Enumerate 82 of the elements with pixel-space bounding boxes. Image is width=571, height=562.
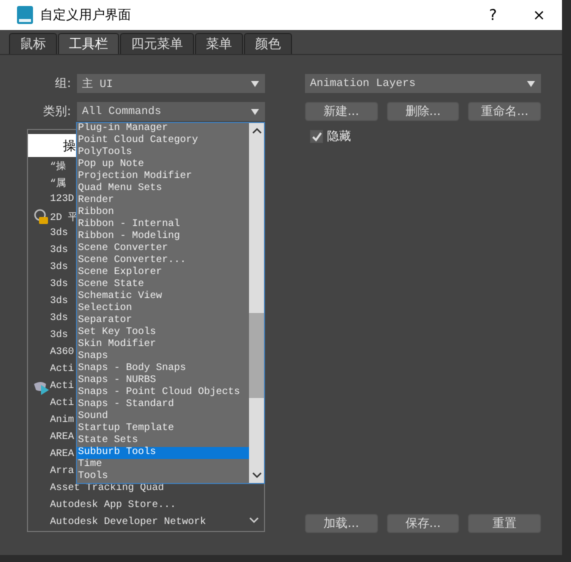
tab[interactable]: 四元菜单 [120,33,194,54]
action-item[interactable]: 3ds [50,262,68,273]
dropdown-option[interactable]: Quad Menu Sets [77,183,249,195]
app-icon [16,5,34,25]
action-item[interactable]: AREA [50,449,74,460]
dropdown-option[interactable]: Scene Converter... [77,255,249,267]
dropdown-arrow-icon [251,80,259,86]
dropdown-option[interactable]: Ribbon [77,207,249,219]
action-item[interactable]: 3ds [50,313,68,324]
action-item[interactable]: 3ds [50,296,68,307]
action-item[interactable]: Anim [50,415,74,426]
category-dropdown[interactable]: All Commands [77,102,265,121]
dropdown-option[interactable]: Schematic View [77,291,249,303]
dropdown-option[interactable]: Render [77,195,249,207]
dropdown-option[interactable]: Ribbon - Modeling [77,231,249,243]
dropdown-option[interactable]: Ribbon - Internal [77,219,249,231]
dropdown-option[interactable]: Snaps - Standard [77,399,249,411]
scroll-thumb[interactable] [249,313,264,398]
action-item[interactable]: “属 [50,176,66,190]
tab[interactable]: 菜单 [195,33,243,54]
dropdown-option[interactable]: Time [77,459,249,471]
action-item[interactable]: 3ds [50,279,68,290]
action-item[interactable]: 3ds [50,228,68,239]
window-title: 自定义用户界面 [40,7,131,24]
dropdown-option[interactable]: State Sets [77,435,249,447]
action-item[interactable]: 3ds [50,330,68,341]
action-item[interactable]: 3ds [50,245,68,256]
dropdown-option[interactable]: Startup Template [77,423,249,435]
tab[interactable]: 鼠标 [9,33,57,54]
dropdown-option[interactable]: Point Cloud Category [77,135,249,147]
action-item[interactable]: 123D [50,194,74,205]
dropdown-option[interactable]: Snaps - Body Snaps [77,363,249,375]
toolbar-button[interactable]: 新建... [305,102,378,121]
action-item[interactable]: Asset Tracking Quad [50,483,164,494]
dropdown-option[interactable]: Scene Explorer [77,267,249,279]
action-item[interactable]: Acti [50,398,74,409]
toolbar-dropdown[interactable]: Animation Layers [305,74,541,93]
scroll-down-icon[interactable] [250,471,262,479]
dropdown-option[interactable]: Snaps - NURBS [77,375,249,387]
lock-icon [32,208,50,224]
dropdown-option[interactable]: Plug-in Manager [77,123,249,135]
group-dropdown[interactable]: 主 UI [77,74,265,93]
action-item[interactable]: AREA [50,432,74,443]
dropdown-option[interactable]: PolyTools [77,147,249,159]
scrollbar[interactable] [249,123,264,483]
toolbar-button[interactable]: 删除... [386,102,460,121]
dropdown-option[interactable]: Snaps [77,351,249,363]
dropdown-option[interactable]: Projection Modifier [77,171,249,183]
help-button[interactable]: ? [470,0,516,30]
action-item[interactable]: Arra [50,466,74,477]
dropdown-option[interactable]: Snaps - Point Cloud Objects [77,387,249,399]
hide-label: 隐藏 [327,128,351,145]
dropdown-option[interactable]: Skin Modifier [77,339,249,351]
dropdown-option[interactable]: Sound [77,411,249,423]
action-item[interactable]: Autodesk App Store... [50,500,176,511]
column-header[interactable]: 操 [28,134,76,157]
group-label: 组: [54,75,72,92]
close-button[interactable]: × [516,0,562,30]
file-button[interactable]: 保存... [386,514,460,533]
dropdown-arrow-icon [527,80,535,86]
dropdown-option[interactable]: Pop up Note [77,159,249,171]
dropdown-option[interactable]: Scene State [77,279,249,291]
action-item[interactable]: “操 [50,158,66,172]
action-item[interactable]: Autodesk Developer Network [50,517,206,528]
scroll-up-icon[interactable] [250,127,262,135]
dropdown-option[interactable]: Selection [77,303,249,315]
action-item[interactable]: A360 [50,347,74,358]
dropdown-option[interactable]: Separator [77,315,249,327]
hide-checkbox[interactable] [310,130,323,143]
tab[interactable]: 工具栏 [58,33,119,54]
dropdown-arrow-icon [251,108,259,114]
category-label: 类别: [42,103,72,120]
file-button[interactable]: 重置 [468,514,542,533]
dropdown-option[interactable]: Set Key Tools [77,327,249,339]
dropdown-option[interactable]: Scene Converter [77,243,249,255]
dropdown-option[interactable]: Subburb Tools [77,447,249,459]
file-button[interactable]: 加载... [305,514,378,533]
tab[interactable]: 颜色 [244,33,292,54]
action-item[interactable]: Acti [50,364,74,375]
dropdown-option[interactable]: Tools [77,471,249,483]
action-item[interactable]: Acti [50,381,74,392]
toolbar-button[interactable]: 重命名... [468,102,542,121]
